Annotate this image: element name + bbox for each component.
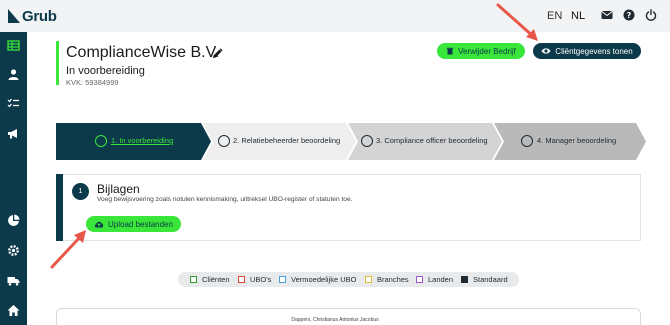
kvk-number: KVK: 59384999 <box>66 78 119 87</box>
table-icon[interactable] <box>7 39 20 52</box>
attachments-title: Bijlagen <box>97 182 140 196</box>
language-nl[interactable]: NL <box>571 10 585 22</box>
attachments-description: Voeg bewijsvoering zoals notulen kennism… <box>97 196 353 203</box>
step-1-label[interactable]: 1. In voorbereiding <box>111 136 173 145</box>
section-number-badge: 1 <box>72 183 89 200</box>
checklist-icon[interactable] <box>7 97 20 110</box>
logo-text: Grub <box>22 7 57 25</box>
legend-item-branches[interactable]: Branches <box>365 275 409 284</box>
legend-checkbox[interactable] <box>190 276 197 283</box>
legend-checkbox[interactable] <box>279 276 286 283</box>
step-4-label[interactable]: 4. Manager beoordeling <box>537 136 616 145</box>
legend-item-suspected-ubo[interactable]: Vermoedelijke UBO <box>279 275 356 284</box>
legend-item-clients[interactable]: Cliënten <box>190 275 230 284</box>
pie-chart-icon[interactable] <box>7 214 20 227</box>
step-3-label[interactable]: 3. Compliance officer beoordeling <box>376 136 488 145</box>
app-logo[interactable]: Grub <box>8 7 57 25</box>
megaphone-icon[interactable] <box>7 127 20 140</box>
remove-company-button[interactable]: Verwijder Bedrijf <box>437 43 525 59</box>
mail-icon[interactable] <box>601 9 613 21</box>
edit-pencil-icon[interactable] <box>212 48 223 59</box>
annotation-arrow-icon <box>496 3 538 41</box>
legend-label: Landen <box>428 275 454 284</box>
step-1-indicator <box>95 135 107 147</box>
legend-item-standard[interactable]: Standaard <box>461 275 508 284</box>
graph-node-label: Dappers, Christianus Antonius Jacobus <box>291 317 379 323</box>
upload-files-label: Upload bestanden <box>108 219 173 229</box>
help-icon[interactable]: ? <box>623 9 635 21</box>
status-text: In voorbereiding <box>66 65 145 77</box>
step-2-indicator <box>218 135 230 147</box>
top-bar <box>0 0 670 32</box>
truck-icon[interactable] <box>7 274 20 287</box>
language-en[interactable]: EN <box>547 10 562 22</box>
user-icon[interactable] <box>7 68 20 81</box>
svg-text:?: ? <box>627 11 632 20</box>
step-4-indicator <box>521 135 533 147</box>
upload-files-button[interactable]: Upload bestanden <box>86 216 181 232</box>
legend-item-countries[interactable]: Landen <box>416 275 453 284</box>
step-3-indicator <box>361 135 373 147</box>
remove-company-label: Verwijder Bedrijf <box>458 46 516 56</box>
legend-label: Cliënten <box>202 275 230 284</box>
cloud-upload-icon <box>94 221 104 228</box>
show-client-data-label: Cliëntgegevens tonen <box>555 46 633 56</box>
legend-checkbox-checked[interactable] <box>461 276 468 283</box>
trash-icon <box>446 47 454 55</box>
status-accent-bar <box>56 41 59 85</box>
power-icon[interactable] <box>645 9 657 21</box>
legend-checkbox[interactable] <box>365 276 372 283</box>
home-icon[interactable] <box>7 304 20 317</box>
page-title: ComplianceWise B.V. <box>66 44 220 61</box>
legend-label: Branches <box>377 275 409 284</box>
legend-item-ubos[interactable]: UBO's <box>238 275 271 284</box>
legend-checkbox[interactable] <box>238 276 245 283</box>
legend-label: Vermoedelijke UBO <box>291 275 357 284</box>
annotation-arrow-icon <box>50 230 86 269</box>
step-2-label[interactable]: 2. Relatiebeheerder beoordeling <box>233 136 340 145</box>
legend-label: Standaard <box>473 275 508 284</box>
legend-checkbox[interactable] <box>416 276 423 283</box>
settings-icon[interactable] <box>7 244 20 257</box>
eye-icon <box>541 48 551 54</box>
logo-mark-icon <box>8 9 20 23</box>
legend-label: UBO's <box>250 275 272 284</box>
show-client-data-button[interactable]: Cliëntgegevens tonen <box>533 43 641 59</box>
